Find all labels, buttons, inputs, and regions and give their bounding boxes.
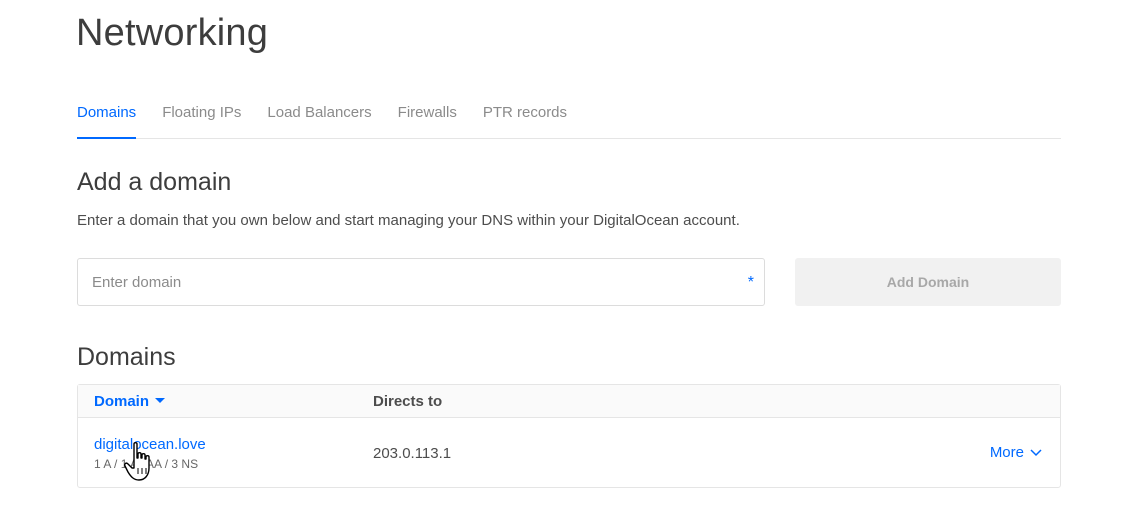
table-header: Domain Directs to — [78, 385, 1060, 418]
tab-load-balancers[interactable]: Load Balancers — [267, 92, 371, 137]
tab-ptr-records[interactable]: PTR records — [483, 92, 567, 137]
hand-pointer-cursor-icon — [124, 442, 150, 481]
tab-domains[interactable]: Domains — [77, 92, 137, 139]
tab-floating-ips[interactable]: Floating IPs — [162, 92, 241, 137]
chevron-down-icon — [1030, 448, 1042, 456]
required-indicator: * — [747, 274, 754, 291]
tab-firewalls[interactable]: Firewalls — [398, 92, 457, 137]
caret-down-icon — [155, 397, 166, 403]
domain-column-label: Domain — [94, 393, 150, 410]
domain-input-container: * — [77, 258, 765, 306]
directs-to-column-header: Directs to — [373, 393, 443, 410]
page-title: Networking — [76, 12, 269, 54]
add-domain-description: Enter a domain that you own below and st… — [77, 212, 740, 229]
more-button[interactable]: More — [990, 444, 1042, 461]
domain-column-header[interactable]: Domain — [94, 393, 166, 410]
add-domain-button[interactable]: Add Domain — [795, 258, 1061, 306]
networking-page: Networking Domains Floating IPs Load Bal… — [0, 0, 1137, 525]
table-row: digitalocean.love 1 A / 1 AAAA / 3 NS 20… — [78, 418, 1060, 487]
directs-to-value: 203.0.113.1 — [373, 445, 452, 462]
networking-tabs: Domains Floating IPs Load Balancers Fire… — [77, 92, 1061, 139]
domain-input[interactable] — [78, 259, 712, 305]
domains-heading: Domains — [77, 343, 176, 371]
add-domain-heading: Add a domain — [77, 168, 232, 196]
more-label: More — [989, 444, 1024, 461]
domains-table: Domain Directs to digitalocean.love 1 A … — [77, 384, 1061, 488]
